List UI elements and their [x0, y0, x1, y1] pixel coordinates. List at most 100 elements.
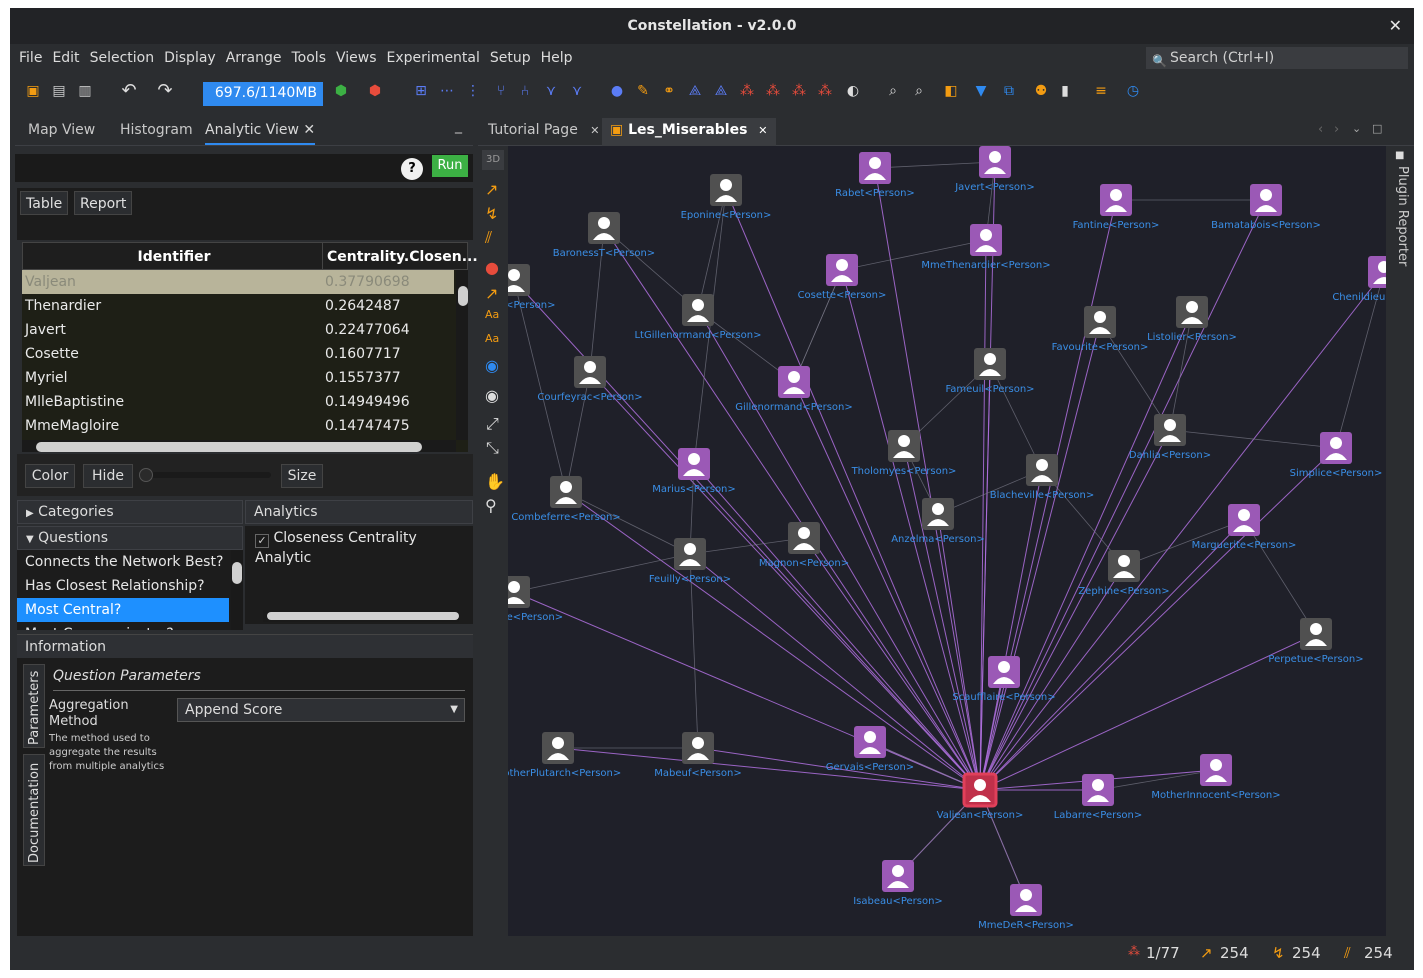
scrollbar-thumb[interactable]	[36, 442, 422, 452]
graph-node[interactable]: Simplice<Person>	[1290, 432, 1383, 479]
contrast-icon[interactable]: ◐	[844, 82, 862, 100]
zoom-fit-icon[interactable]: ⌕	[884, 82, 902, 100]
copy-icon[interactable]: ⧉	[1000, 82, 1018, 100]
table-vertical-scrollbar[interactable]	[456, 270, 468, 440]
graph-node[interactable]: Blacheville<Person>	[990, 454, 1095, 501]
color-button[interactable]: Color	[25, 464, 75, 488]
chevron-left-icon[interactable]: ‹	[1318, 122, 1323, 137]
graph-node[interactable]: Labarre<Person>	[1054, 774, 1143, 821]
graph-node[interactable]: MmeThenardier<Person>	[921, 224, 1051, 271]
menu-display[interactable]: Display	[159, 44, 221, 72]
menu-views[interactable]: Views	[331, 44, 382, 72]
graph-node[interactable]: Brujon<Person>	[508, 264, 555, 311]
graph-node[interactable]: Mabeuf<Person>	[654, 732, 742, 779]
information-section[interactable]: Information	[17, 634, 473, 658]
slider-handle[interactable]	[139, 468, 153, 482]
node-label-icon[interactable]: Aa	[485, 308, 499, 321]
graph-node[interactable]: Gillenormand<Person>	[735, 366, 853, 413]
edge-label-icon[interactable]: Aa	[485, 332, 499, 345]
questions-section[interactable]: ▼ Questions	[17, 526, 243, 550]
graph-node[interactable]: Listolier<Person>	[1147, 296, 1237, 343]
graph-node[interactable]: Zephine<Person>	[1078, 550, 1170, 597]
size-button[interactable]: Size	[281, 464, 323, 488]
size-slider[interactable]	[139, 468, 271, 482]
analytics-hscroll[interactable]	[263, 610, 459, 622]
questions-vscroll[interactable]	[231, 550, 243, 630]
redo-icon[interactable]: ↷	[156, 82, 174, 100]
graph-node[interactable]: MmeDeR<Person>	[978, 884, 1074, 931]
collapse-icon[interactable]: ⤡	[486, 438, 499, 458]
people-icon[interactable]: ⚉	[1032, 82, 1050, 100]
tab-map-view[interactable]: Map View	[28, 122, 95, 138]
graph-node[interactable]: Eponine<Person>	[681, 174, 772, 221]
graph-node[interactable]: Javert<Person>	[954, 146, 1035, 193]
list-item[interactable]: Connects the Network Best?	[17, 550, 229, 574]
tab-les-miserables[interactable]: ▣ Les_Miserables ✕	[602, 118, 776, 146]
graph-canvas[interactable]: Rabet<Person> Javert<Person> Eponine<Perso…	[508, 146, 1386, 936]
graph-node[interactable]: Perpetue<Person>	[1268, 618, 1364, 665]
garbage-collect-icon[interactable]: ⬢	[332, 82, 350, 100]
network-alt-icon[interactable]: ⁂	[764, 82, 782, 100]
help-button[interactable]: ?	[401, 158, 423, 180]
tab-parameters[interactable]: Parameters	[23, 664, 45, 748]
list-icon[interactable]: ≡	[1092, 82, 1110, 100]
graph-node[interactable]: LtGillenormand<Person>	[634, 294, 762, 341]
menu-tools[interactable]: Tools	[287, 44, 332, 72]
list-item[interactable]: Most Central?	[17, 598, 229, 622]
paint-icon[interactable]: ✎	[634, 82, 652, 100]
zoom-icon[interactable]: ⌕	[910, 82, 928, 100]
vertical-layout-icon[interactable]: ⋮	[464, 82, 482, 100]
edge-color-icon[interactable]: ↗	[485, 284, 498, 303]
cluster-alt-icon[interactable]: ⟁	[712, 82, 730, 100]
maximize-icon[interactable]: □	[1372, 122, 1382, 135]
graph-node[interactable]: Cosette<Person>	[798, 254, 887, 301]
column-header-centrality[interactable]: Centrality.Closen...	[322, 243, 478, 271]
checkbox-checked[interactable]: ✓	[255, 534, 269, 548]
pan-hand-icon[interactable]: ✋	[485, 472, 505, 491]
graph-node[interactable]: Isabeau<Person>	[853, 860, 943, 907]
graph-node[interactable]: Rabet<Person>	[835, 152, 915, 199]
layout-3d-icon[interactable]: ⑃	[516, 82, 534, 100]
table-row[interactable]: Cosette 0.1607717	[22, 342, 454, 366]
analytic-item[interactable]: ✓ Closeness Centrality Analytic	[255, 528, 473, 568]
chevron-down-icon[interactable]: ⌄	[1352, 122, 1361, 135]
blaze-icon[interactable]: ◉	[485, 356, 499, 375]
new-graph-icon[interactable]: ▣	[24, 82, 42, 100]
graph-node[interactable]: Scaufflaire<Person>	[952, 656, 1056, 703]
spread-icon[interactable]: ⋎	[568, 82, 586, 100]
menu-arrange[interactable]: Arrange	[221, 44, 287, 72]
chevron-right-icon[interactable]: ›	[1334, 122, 1339, 137]
open-file-icon[interactable]: ▤	[50, 82, 68, 100]
scrollbar-thumb[interactable]	[232, 562, 242, 584]
tab-table[interactable]: Table	[20, 191, 69, 215]
undo-icon[interactable]: ↶	[120, 82, 138, 100]
expand-icon[interactable]: ⤢	[486, 414, 499, 434]
graph-node[interactable]: Courfeyrac<Person>	[537, 356, 643, 403]
column-header-identifier[interactable]: Identifier	[26, 243, 322, 271]
edge-icon[interactable]: ↗	[485, 180, 498, 199]
run-button[interactable]: Run	[432, 155, 468, 177]
graph-node[interactable]: Dahlia<Person>	[1129, 414, 1211, 461]
close-icon[interactable]: ✕	[303, 122, 315, 138]
table-horizontal-scrollbar[interactable]	[22, 440, 456, 452]
aggregation-method-select[interactable]: Append Score ▼	[177, 698, 465, 722]
graph-node[interactable]: Anzelma<Person>	[891, 498, 985, 545]
tab-analytic-view[interactable]: Analytic View ✕	[205, 122, 316, 145]
table-row[interactable]: MlleBaptistine 0.14949496	[22, 390, 454, 414]
select-node-icon[interactable]: ●	[608, 82, 626, 100]
bars-icon[interactable]: ▮	[1056, 82, 1074, 100]
close-icon[interactable]: ✕	[758, 124, 767, 137]
graph-node[interactable]: Marius<Person>	[652, 448, 736, 495]
menu-setup[interactable]: Setup	[485, 44, 536, 72]
tab-documentation[interactable]: Documentation	[23, 754, 45, 866]
graph-node[interactable]: Magnon<Person>	[759, 522, 849, 569]
network-icon[interactable]: ⁂	[738, 82, 756, 100]
menu-file[interactable]: File	[14, 44, 47, 72]
hide-button[interactable]: Hide	[83, 464, 133, 488]
edge-multi-icon[interactable]: ⫽	[485, 228, 492, 248]
categories-section[interactable]: ▶ Categories	[17, 500, 243, 524]
scrollbar-thumb[interactable]	[458, 286, 468, 306]
save-file-icon[interactable]: ▥	[76, 82, 94, 100]
graph-node[interactable]: Combeferre<Person>	[511, 476, 621, 523]
edge-alt-icon[interactable]: ↯	[485, 204, 498, 223]
